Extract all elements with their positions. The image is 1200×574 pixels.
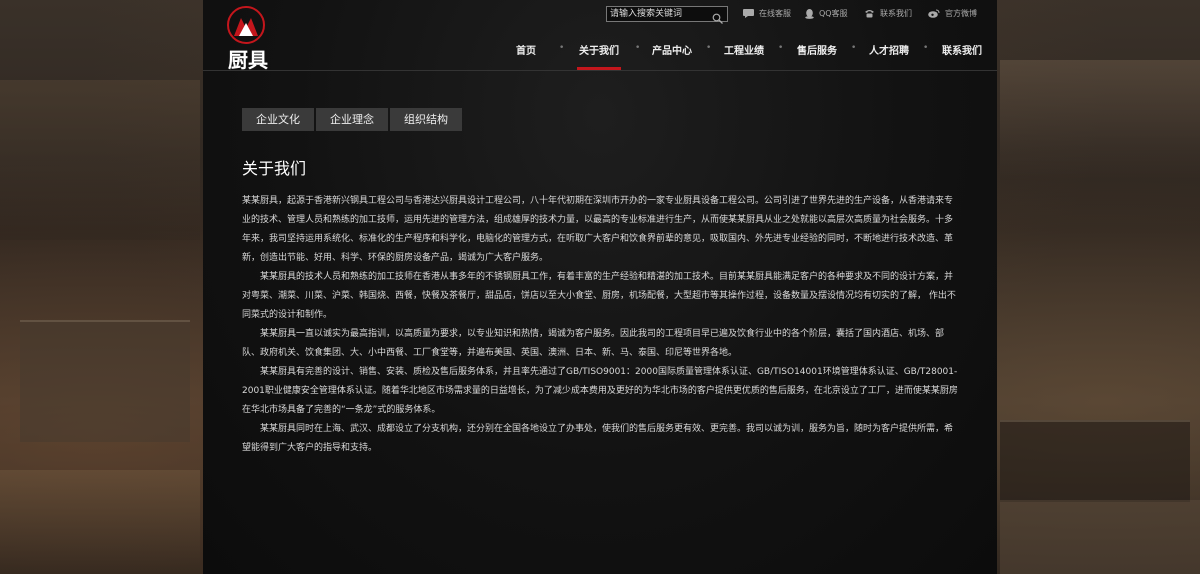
nav-separator: • — [851, 43, 857, 53]
weibo-icon — [928, 9, 940, 18]
search-input[interactable] — [610, 7, 706, 21]
nav-item-about[interactable]: 关于我们 — [577, 42, 621, 70]
site-header: 厨具 在线客服 QQ客服 — [203, 0, 997, 72]
search-icon[interactable] — [712, 9, 723, 28]
nav-item-contact[interactable]: 联系我们 — [942, 42, 982, 70]
nav-item-careers[interactable]: 人才招聘 — [869, 42, 909, 70]
article-body: 某某厨具，起源于香港新兴钢具工程公司与香港达兴厨具设计工程公司，八十年代初期在深… — [242, 192, 960, 458]
article-paragraph: 某某厨具有完善的设计、销售、安装、质检及售后服务体系，并且率先通过了GB/TIS… — [242, 367, 958, 415]
qq-icon — [805, 8, 814, 19]
chat-icon — [743, 9, 754, 18]
toplink-label: 在线客服 — [759, 9, 791, 18]
logo-emblem-icon — [227, 6, 265, 44]
article-paragraph: 某某厨具，起源于香港新兴钢具工程公司与香港达兴厨具设计工程公司，八十年代初期在深… — [242, 196, 954, 263]
nav-item-home[interactable]: 首页 — [516, 42, 536, 70]
nav-separator: • — [635, 43, 641, 53]
toplink-label: 官方微博 — [945, 9, 977, 18]
tab-corporate-culture[interactable]: 企业文化 — [242, 108, 314, 131]
toplink-label: QQ客服 — [819, 9, 848, 18]
nav-separator: • — [559, 43, 565, 53]
main-nav: 首页 • 关于我们 • 产品中心 • 工程业绩 • 售后服务 • 人才招聘 • … — [503, 42, 997, 70]
nav-separator: • — [706, 43, 712, 53]
site-logo[interactable]: 厨具 — [221, 6, 275, 72]
nav-item-after-sales[interactable]: 售后服务 — [797, 42, 837, 70]
article-paragraph: 某某厨具一直以诚实为最高指训，以高质量为要求，以专业知识和热情，竭诚为客户服务。… — [242, 329, 945, 358]
nav-separator: • — [778, 43, 784, 53]
article-paragraph: 某某厨具同时在上海、武汉、成都设立了分支机构，还分别在全国各地设立了办事处，使我… — [242, 424, 954, 453]
toplink-online-service[interactable]: 在线客服 — [743, 8, 791, 19]
nav-separator: • — [923, 43, 929, 53]
logo-text: 厨具 — [228, 48, 268, 72]
tab-corporate-philosophy[interactable]: 企业理念 — [316, 108, 388, 131]
article-paragraph: 某某厨具的技术人员和熟练的加工技师在香港从事多年的不锈钢厨具工作，有着丰富的生产… — [242, 272, 956, 320]
main-panel: 厨具 在线客服 QQ客服 — [203, 0, 997, 574]
tab-organization[interactable]: 组织结构 — [390, 108, 462, 131]
toplink-label: 联系我们 — [880, 9, 912, 18]
toplink-contact[interactable]: 联系我们 — [864, 8, 912, 19]
search-box — [606, 6, 728, 24]
phone-icon — [864, 9, 875, 18]
page-title: 关于我们 — [242, 159, 307, 178]
nav-item-projects[interactable]: 工程业绩 — [724, 42, 764, 70]
toplink-qq-service[interactable]: QQ客服 — [805, 8, 848, 19]
toplink-weibo[interactable]: 官方微博 — [928, 8, 977, 19]
nav-item-products[interactable]: 产品中心 — [652, 42, 692, 70]
